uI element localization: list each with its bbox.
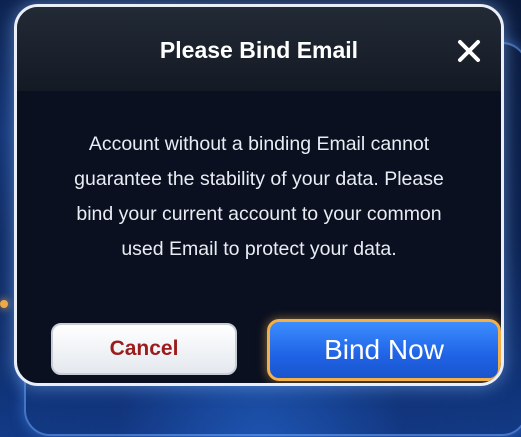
message-line: bind your current account to your common	[76, 203, 442, 225]
cancel-button[interactable]: Cancel	[51, 323, 237, 375]
message-line: guarantee the stability of your data. Pl…	[74, 168, 444, 190]
message-line: used Email to protect your data.	[121, 238, 397, 260]
dialog-title: Please Bind Email	[159, 37, 359, 63]
bind-now-button[interactable]: Bind Now	[267, 319, 501, 381]
bind-email-dialog: Please Bind Email Account without a bind…	[14, 4, 504, 386]
close-icon	[458, 40, 480, 62]
dialog-message: Account without a binding Email cannot g…	[37, 127, 481, 267]
message-line: Account without a binding Email cannot	[88, 133, 430, 155]
close-button[interactable]	[451, 33, 487, 69]
dialog-header: Please Bind Email	[17, 7, 501, 91]
glow-dot	[0, 300, 8, 308]
